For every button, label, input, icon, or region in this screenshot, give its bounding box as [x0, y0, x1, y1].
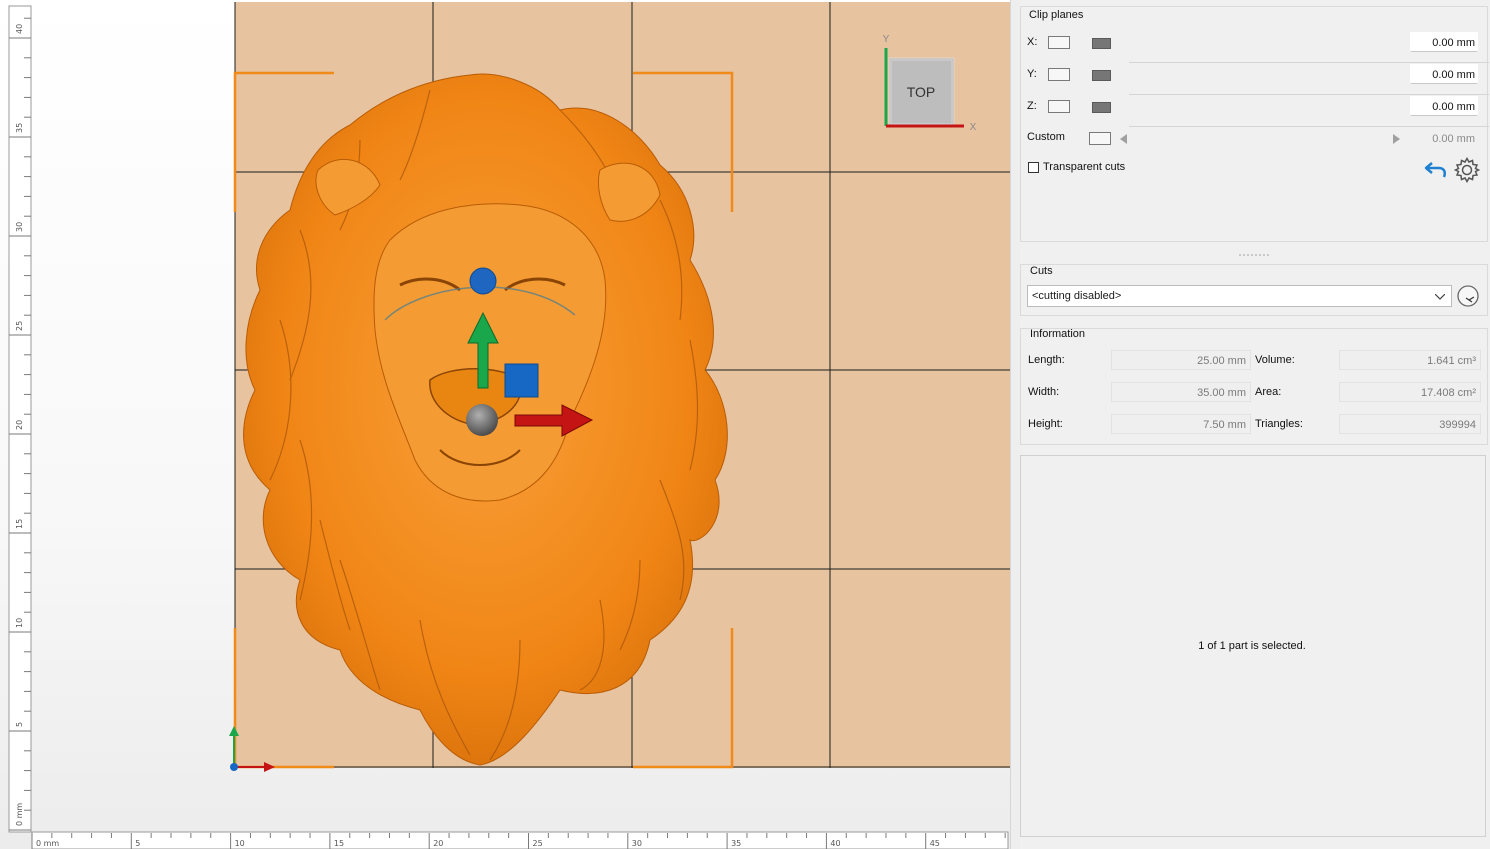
left-ruler-label: 10: [15, 618, 24, 628]
bottom-ruler-label: 45: [930, 839, 940, 848]
cut-tool-icon[interactable]: [1456, 284, 1480, 308]
undo-icon[interactable]: [1424, 159, 1448, 181]
bottom-ruler-label: 30: [632, 839, 642, 848]
custom-right-arrow-icon[interactable]: [1393, 134, 1401, 144]
clip-y-swatch-open[interactable]: [1048, 68, 1070, 81]
3d-viewport[interactable]: TOP Y X 40 35 30 25 20 15 10 5 0 mm 0 mm 5 10 15 20 2…: [0, 0, 1010, 849]
volume-label: Volume:: [1255, 354, 1295, 366]
left-ruler-label: 30: [15, 222, 24, 232]
clip-custom-swatch[interactable]: [1089, 132, 1111, 145]
clip-y-value[interactable]: 0.00 mm: [1410, 64, 1478, 84]
clip-x-swatch-solid[interactable]: [1092, 38, 1111, 49]
panel-resize-grip[interactable]: [1238, 253, 1270, 257]
clip-z-swatch-solid[interactable]: [1092, 102, 1111, 113]
custom-left-arrow-icon[interactable]: [1120, 134, 1128, 144]
view-cube-label: TOP: [907, 84, 936, 100]
clip-z-value[interactable]: 0.00 mm: [1410, 96, 1478, 116]
volume-value: 1.641 cm³: [1339, 350, 1481, 370]
bottom-ruler-label: 15: [334, 839, 344, 848]
information-title: Information: [1030, 328, 1086, 340]
bottom-ruler-label: 40: [830, 839, 840, 848]
clip-z-swatch-open[interactable]: [1048, 100, 1070, 113]
clip-z-label: Z:: [1027, 100, 1037, 112]
transparent-cuts-checkbox[interactable]: [1028, 162, 1039, 173]
clip-y-slider[interactable]: [1129, 94, 1489, 95]
properties-panel: Clip planes X: 0.00 mm Y: 0.00 mm Z: 0.0…: [1019, 0, 1490, 849]
clip-y-label: Y:: [1027, 68, 1037, 80]
bottom-ruler-label: 25: [533, 839, 543, 848]
view-cube-x-label: X: [970, 122, 977, 133]
length-label: Length:: [1028, 354, 1065, 366]
left-ruler-label: 20: [15, 420, 24, 430]
center-ball: [466, 404, 498, 436]
triangles-value: 399994: [1339, 414, 1481, 434]
cuts-dropdown-value: <cutting disabled>: [1032, 290, 1122, 302]
clip-planes-title: Clip planes: [1029, 9, 1084, 21]
width-label: Width:: [1028, 386, 1060, 398]
clip-x-swatch-open[interactable]: [1048, 36, 1070, 49]
bottom-ruler-label: 0 mm: [36, 839, 59, 848]
clip-custom-label: Custom: [1027, 131, 1065, 143]
area-value: 17.408 cm²: [1339, 382, 1481, 402]
left-ruler-label: 25: [15, 321, 24, 331]
scene: TOP Y X 40 35 30 25 20 15 10 5 0 mm 0 mm 5 10 15 20 2…: [8, 2, 1010, 849]
left-ruler-label: 15: [15, 519, 24, 529]
transparent-cuts-label: Transparent cuts: [1043, 161, 1126, 173]
left-ruler-label: 40: [15, 24, 24, 34]
clip-x-label: X:: [1027, 36, 1038, 48]
height-value: 7.50 mm: [1111, 414, 1251, 434]
area-label: Area:: [1255, 386, 1282, 398]
bottom-ruler-label: 20: [433, 839, 443, 848]
left-ruler: 40 35 30 25 20 15 10 5 0 mm: [8, 5, 32, 833]
bottom-ruler-label: 10: [235, 839, 245, 848]
chevron-down-icon: [1435, 294, 1445, 300]
view-cube-y-label: Y: [883, 34, 890, 45]
left-ruler-label: 0 mm: [15, 803, 24, 826]
selection-status: 1 of 1 part is selected.: [1198, 640, 1306, 652]
cuts-dropdown[interactable]: <cutting disabled>: [1027, 285, 1452, 307]
clip-x-value[interactable]: 0.00 mm: [1410, 32, 1478, 52]
length-value: 25.00 mm: [1111, 350, 1251, 370]
bottom-ruler-label: 5: [135, 839, 140, 848]
triangles-label: Triangles:: [1255, 418, 1303, 430]
rotate-handle: [469, 267, 497, 295]
width-value: 35.00 mm: [1111, 382, 1251, 402]
gear-icon[interactable]: [1454, 157, 1480, 183]
height-label: Height:: [1028, 418, 1063, 430]
left-ruler-label: 35: [15, 123, 24, 133]
left-ruler-label: 5: [15, 722, 24, 727]
bottom-ruler: 0 mm 5 10 15 20 25 30 35 40 45: [31, 831, 1009, 849]
plane-handle: [504, 363, 539, 398]
cuts-title: Cuts: [1030, 265, 1053, 277]
clip-z-slider[interactable]: [1129, 126, 1489, 127]
bottom-ruler-label: 35: [731, 839, 741, 848]
clip-custom-value: 0.00 mm: [1410, 128, 1478, 148]
clip-x-slider[interactable]: [1129, 62, 1489, 63]
clip-y-swatch-solid[interactable]: [1092, 70, 1111, 81]
